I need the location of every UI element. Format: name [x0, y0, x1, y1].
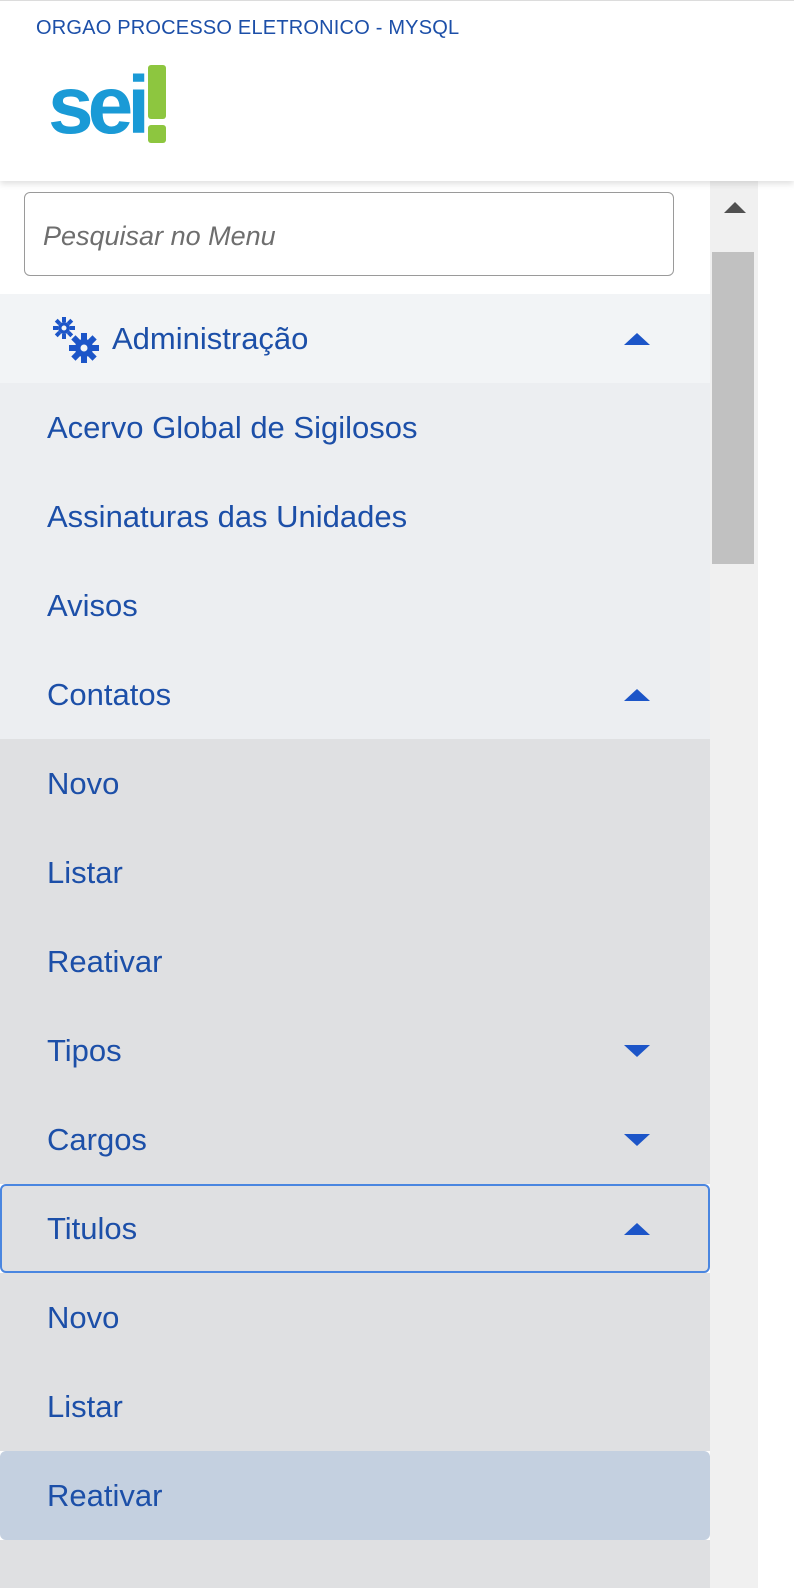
sei-logo[interactable]: sei — [48, 63, 178, 149]
content-edge — [758, 180, 794, 1588]
menu-item-label: Assinaturas das Unidades — [47, 498, 408, 534]
menu-item-label: Cargos — [47, 1121, 147, 1157]
menu-search-input[interactable] — [41, 213, 655, 259]
menu-item-label: Avisos — [47, 587, 138, 623]
menu-item-titulos-reativar[interactable]: Reativar — [0, 1451, 710, 1540]
scroll-thumb[interactable] — [712, 252, 754, 564]
menu-item-titulos-listar[interactable]: Listar — [0, 1362, 710, 1451]
menu-item-label: Acervo Global de Sigilosos — [47, 409, 418, 445]
menu-item-tipos[interactable]: Tipos — [0, 1006, 710, 1095]
menu-item-label: Reativar — [47, 943, 163, 979]
menu-list: Administração Acervo Global de Sigilosos… — [0, 294, 710, 1588]
logo-exclamation-icon — [148, 65, 168, 143]
menu-item-label: Titulos — [47, 1210, 138, 1246]
header: ORGAO PROCESSO ELETRONICO - MYSQL sei — [0, 0, 794, 181]
menu-item-titulos[interactable]: Titulos — [0, 1184, 710, 1273]
menu-item-label: Administração — [112, 320, 309, 356]
logo-text: sei — [48, 60, 150, 151]
menu-item-label: Listar — [47, 1388, 123, 1424]
menu-item-label: Contatos — [47, 676, 172, 712]
menu-item-label: Listar — [47, 854, 123, 890]
menu-scrollbar[interactable] — [710, 180, 758, 1588]
menu-item-label: Novo — [47, 765, 120, 801]
scroll-up-arrow-icon[interactable] — [724, 202, 746, 213]
menu-item-contatos-novo[interactable]: Novo — [0, 739, 710, 828]
menu-search-box — [24, 192, 674, 276]
menu-item-label: Novo — [47, 1299, 120, 1335]
menu-item-label: Tipos — [47, 1032, 122, 1068]
menu-item-titulos-novo[interactable]: Novo — [0, 1273, 710, 1362]
menu-item-contatos-listar[interactable]: Listar — [0, 828, 710, 917]
menu-item-label: Reativar — [47, 1477, 163, 1513]
caret-up-icon — [624, 332, 650, 345]
menu-item-filler — [0, 1540, 710, 1588]
caret-down-icon — [624, 1133, 650, 1146]
caret-up-icon — [624, 1222, 650, 1235]
caret-down-icon — [624, 1044, 650, 1057]
caret-up-icon — [624, 688, 650, 701]
menu-item-avisos[interactable]: Avisos — [0, 561, 710, 650]
menu-item-assinaturas[interactable]: Assinaturas das Unidades — [0, 472, 710, 561]
side-menu: Administração Acervo Global de Sigilosos… — [0, 180, 710, 1588]
menu-item-contatos-reativar[interactable]: Reativar — [0, 917, 710, 1006]
gears-icon — [53, 317, 99, 363]
org-name: ORGAO PROCESSO ELETRONICO - MYSQL — [36, 17, 460, 39]
menu-item-administracao[interactable]: Administração — [0, 294, 710, 383]
menu-item-acervo-global[interactable]: Acervo Global de Sigilosos — [0, 383, 710, 472]
menu-item-cargos[interactable]: Cargos — [0, 1095, 710, 1184]
menu-item-contatos[interactable]: Contatos — [0, 650, 710, 739]
